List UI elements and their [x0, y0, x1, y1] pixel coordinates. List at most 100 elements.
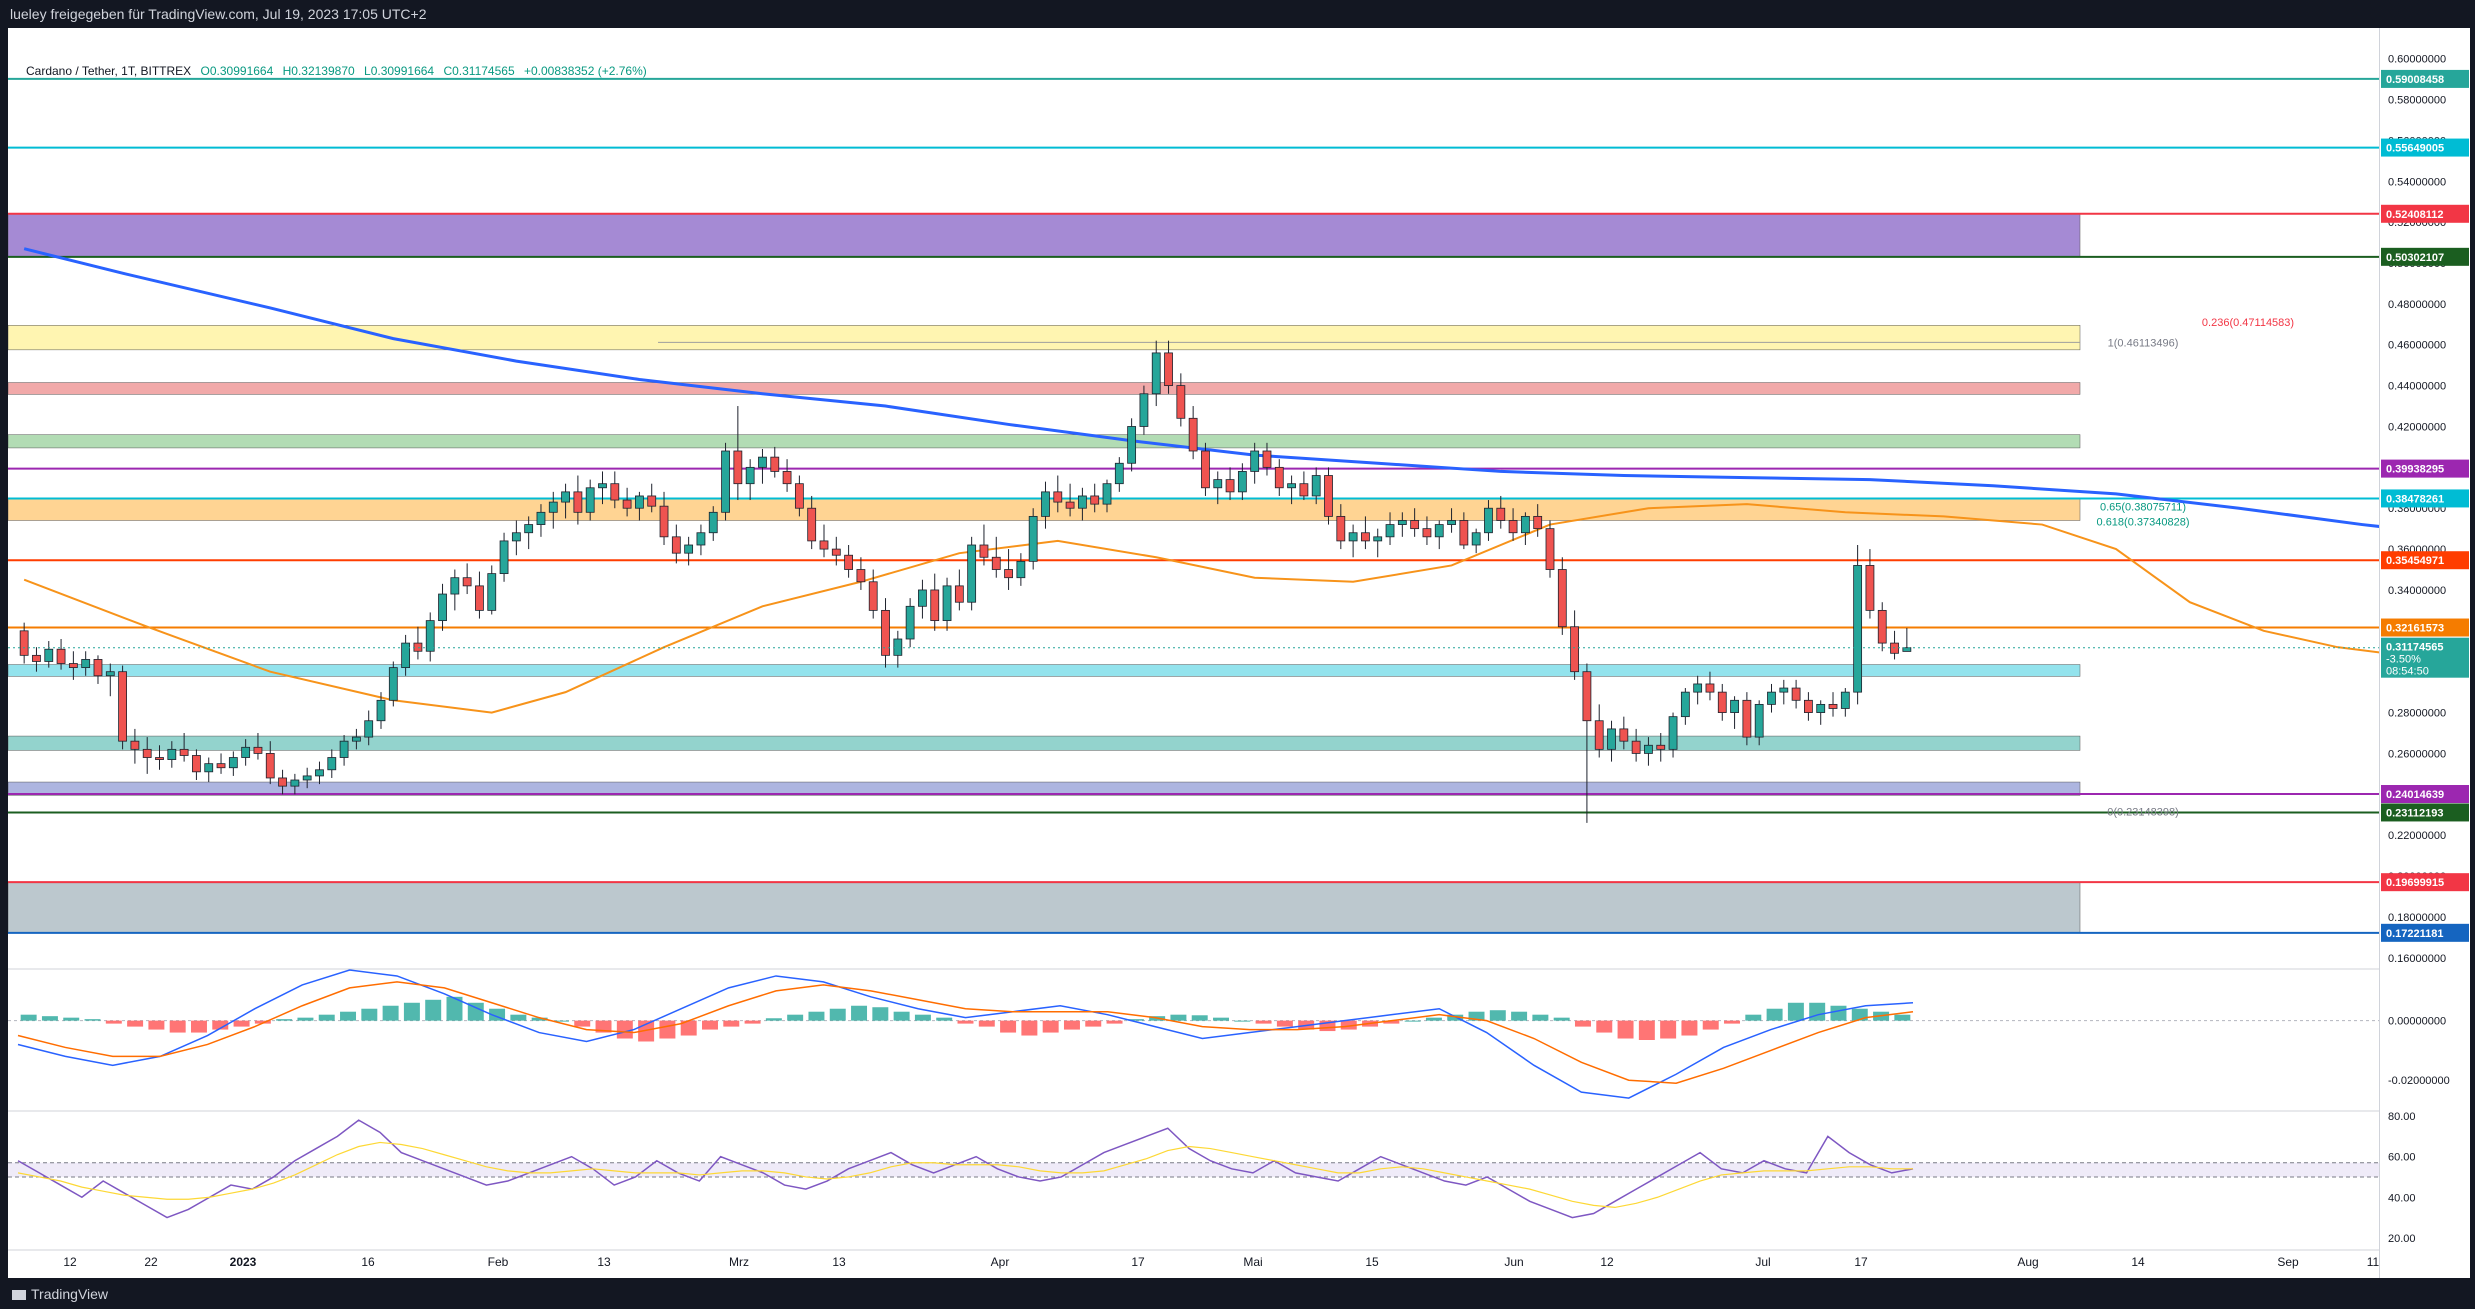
candle-body — [807, 507, 817, 542]
candle-body — [979, 544, 989, 558]
price-axis-tick: 0.46000000 — [2388, 340, 2446, 352]
candle-body — [622, 499, 632, 509]
candle-body — [1644, 744, 1653, 754]
candle-body — [1311, 475, 1321, 497]
macd-histogram-bar — [765, 1018, 782, 1021]
macd-histogram-bar — [1191, 1015, 1208, 1021]
candle-body — [1754, 703, 1764, 738]
candle-body — [893, 638, 903, 656]
macd-histogram-bar — [702, 1020, 718, 1030]
macd-histogram-bar — [1553, 1017, 1570, 1021]
macd-histogram-bar — [851, 1005, 868, 1021]
price-axis-tick: 0.22000000 — [2388, 830, 2446, 842]
candle-body — [856, 569, 866, 583]
chart-svg[interactable]: 0.236(0.47114583) 1(0.46113496) 0.65(0.380… — [7, 28, 2475, 1278]
candle-body — [1680, 691, 1690, 718]
candle-body — [573, 491, 583, 513]
candle-body — [388, 667, 398, 701]
macd-histogram-bar — [1021, 1020, 1038, 1036]
candle-body — [635, 495, 644, 509]
candle-body — [487, 573, 497, 611]
candle-body — [524, 524, 534, 534]
macd-histogram-bar — [808, 1011, 825, 1021]
macd-histogram-bar — [872, 1007, 889, 1021]
candle-body — [1274, 466, 1284, 489]
time-axis-label: 22 — [144, 1255, 158, 1269]
candle-body — [1496, 507, 1506, 521]
macd-histogram-bar — [105, 1020, 122, 1024]
candle-body — [954, 585, 964, 603]
macd-histogram-bar — [1170, 1014, 1187, 1021]
current-price-change: -3.50% — [2386, 654, 2421, 666]
candle-body — [1065, 501, 1075, 509]
candle-body — [684, 544, 694, 554]
price-axis[interactable]: 0.600000000.580000000.560000000.54000000… — [2379, 28, 2470, 1278]
price-axis-tick: 0.16000000 — [2388, 953, 2446, 965]
candle-body — [1078, 495, 1087, 509]
candle-body — [1656, 744, 1666, 750]
candle-body — [1533, 515, 1543, 530]
ma-short-line — [23, 503, 2475, 714]
price-line-label: 0.32161573 — [2386, 623, 2444, 635]
candle-body — [1336, 515, 1346, 542]
candle-body — [81, 659, 91, 669]
candle-body — [19, 630, 29, 656]
time-axis-label: Jul — [1755, 1255, 1770, 1269]
candle-body — [1730, 699, 1739, 713]
candle-body — [708, 511, 718, 534]
macd-histogram-bar — [787, 1014, 804, 1021]
candle-body — [1545, 528, 1555, 570]
macd-histogram-bar — [978, 1020, 995, 1027]
macd-histogram-bar — [1574, 1020, 1591, 1027]
candle-body — [1004, 569, 1013, 579]
candle-body — [548, 501, 558, 513]
candle-body — [1213, 479, 1223, 489]
zone-2 — [7, 382, 2081, 395]
current-price-countdown: 08:54:50 — [2386, 666, 2429, 678]
candle-body — [1459, 520, 1469, 546]
candle-body — [1816, 703, 1826, 713]
candle-body — [425, 620, 435, 652]
candle-body — [1742, 699, 1752, 738]
candle-body — [1594, 720, 1604, 750]
macd-histogram-bar — [1702, 1020, 1719, 1030]
macd-histogram-bar — [361, 1008, 378, 1021]
candle-body — [1422, 528, 1432, 538]
price-line-label: 0.24014639 — [2386, 789, 2444, 801]
rsi-axis-tick: 80.00 — [2388, 1111, 2416, 1123]
candle-body — [68, 663, 78, 669]
macd-histogram-bar — [190, 1020, 207, 1033]
candle-body — [1225, 479, 1235, 493]
candle-body — [1397, 520, 1407, 525]
macd-histogram-bar — [510, 1014, 527, 1021]
macd-histogram-bar — [723, 1020, 740, 1027]
candle-body — [1164, 352, 1173, 387]
macd-histogram-bar — [1809, 1002, 1826, 1021]
rsi-axis-tick: 40.00 — [2388, 1192, 2416, 1204]
candle-body — [930, 589, 940, 622]
candle-body — [450, 577, 460, 595]
macd-histogram-bar — [744, 1020, 761, 1024]
candle-body — [265, 753, 275, 779]
candle-body — [1361, 532, 1370, 542]
macd-histogram-bar — [1830, 1005, 1847, 1021]
time-axis-label: Mrz — [729, 1255, 749, 1269]
chart-area[interactable]: 0.236(0.47114583) 1(0.46113496) 0.65(0.380… — [7, 28, 2475, 1278]
time-axis-label: Apr — [991, 1255, 1010, 1269]
candle-body — [1127, 426, 1137, 464]
macd-histogram-bar — [1766, 1008, 1783, 1021]
candle-body — [1840, 691, 1850, 709]
candle-body — [561, 491, 570, 503]
price-line-label: 0.35454971 — [2386, 555, 2444, 567]
candle-body — [1705, 683, 1715, 693]
candle-body — [1520, 515, 1530, 534]
time-axis-label: 12 — [63, 1255, 77, 1269]
candle-body — [1890, 642, 1899, 654]
macd-histogram-bar — [893, 1011, 910, 1021]
tradingview-logo: TradingView — [12, 1286, 108, 1302]
price-axis-svg[interactable]: 0.600000000.580000000.560000000.54000000… — [2380, 28, 2470, 1278]
price-axis-tick: 0.54000000 — [2388, 176, 2446, 188]
macd-histogram-bar — [1000, 1020, 1017, 1033]
macd-histogram-bar — [1787, 1002, 1804, 1021]
macd-histogram-bar — [148, 1020, 165, 1030]
